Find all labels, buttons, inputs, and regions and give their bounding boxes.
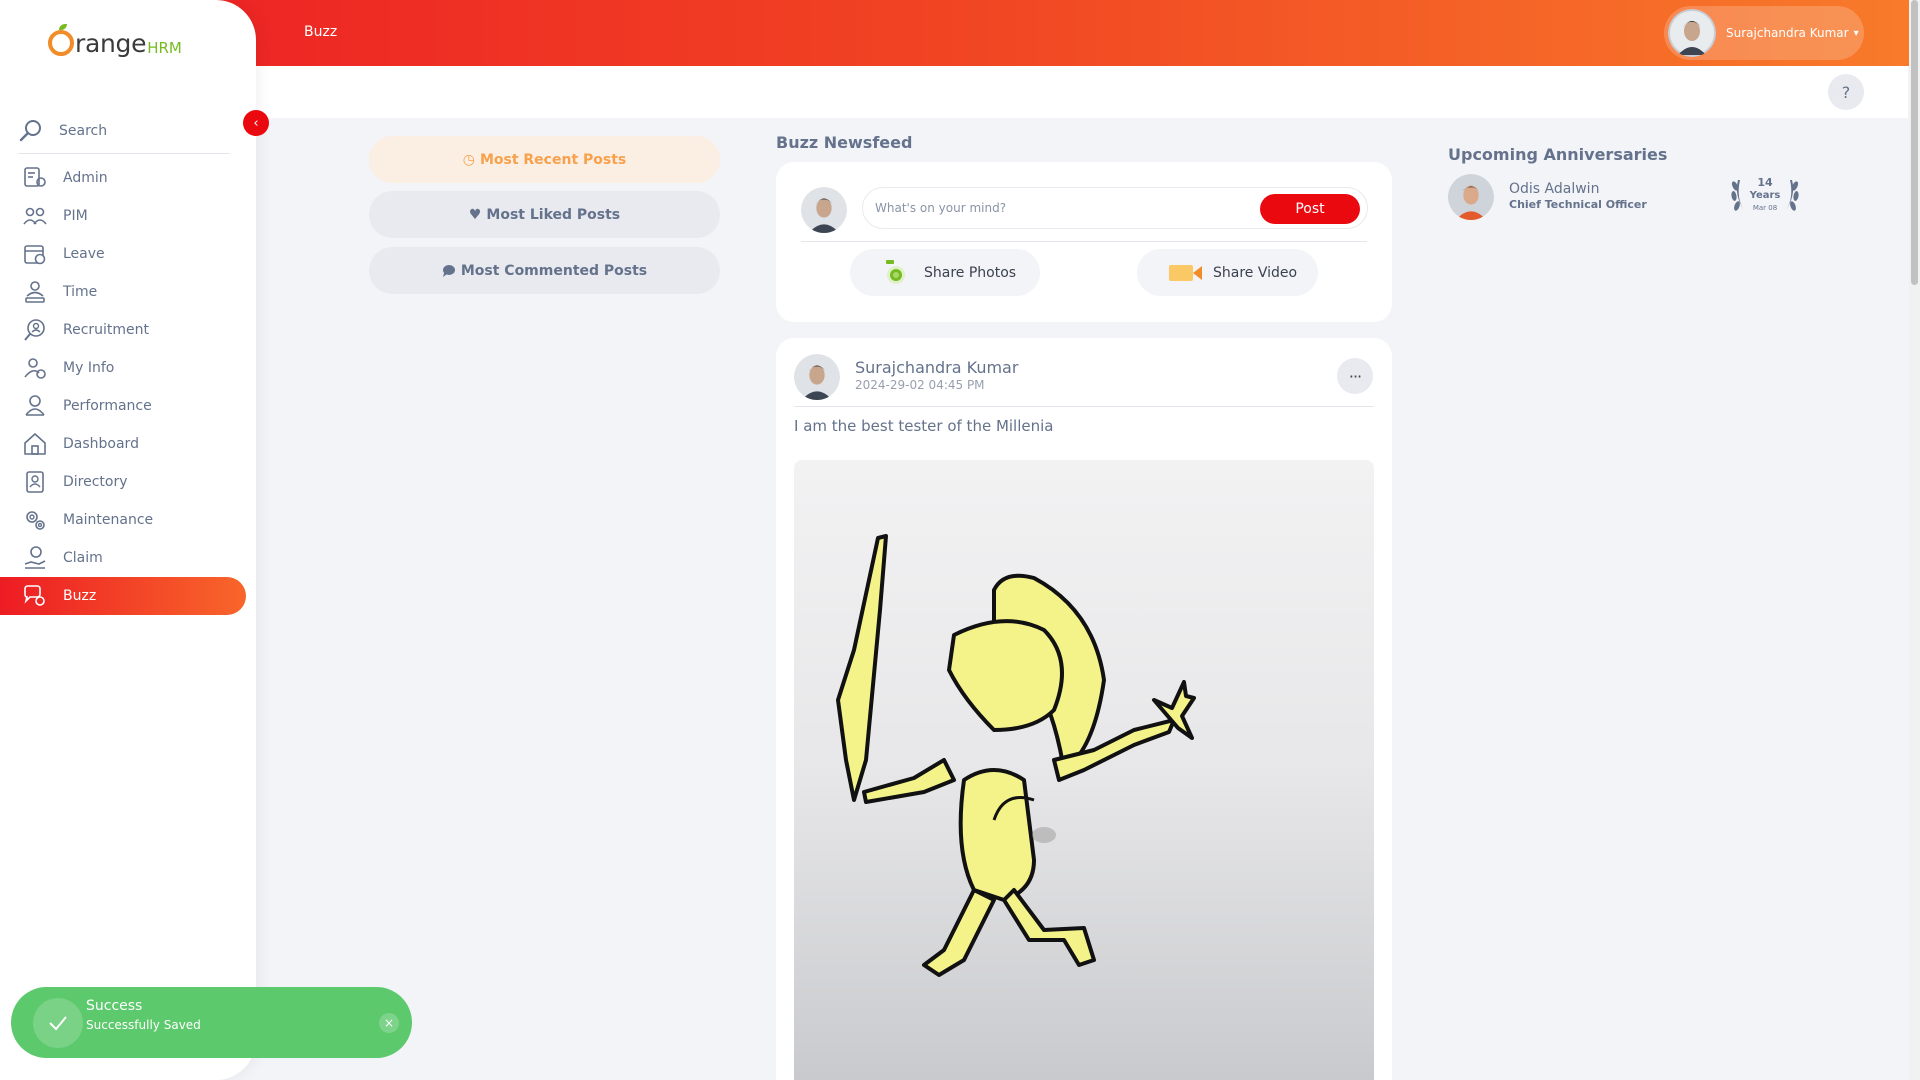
sidebar-item-label: My Info (63, 360, 115, 376)
anniversary-date: Mar 08 (1752, 204, 1778, 212)
anniversary-years-label: Years (1749, 190, 1781, 201)
check-icon (33, 998, 83, 1048)
anniversaries-title: Upcoming Anniversaries (1448, 145, 1668, 164)
page-scrollbar[interactable] (1909, 0, 1920, 1080)
logo-text: range (75, 29, 147, 58)
sidebar-item-performance[interactable]: Performance (0, 387, 246, 425)
user-avatar (801, 187, 847, 233)
toast-title: Success (86, 998, 143, 1014)
sidebar-item-label: Recruitment (63, 322, 150, 338)
anniversary-years-number: 14 (1757, 176, 1773, 189)
user-avatar (1668, 9, 1716, 57)
post-body-text: I am the best tester of the Millenia (794, 417, 1054, 435)
sidebar-item-label: Directory (63, 474, 128, 490)
sidebar-item-label: PIM (63, 208, 88, 224)
divider (801, 241, 1367, 242)
sidebar-item-label: Performance (63, 398, 152, 414)
top-bar: Buzz Surajchandra Kumar ▾ (0, 0, 1920, 66)
sidebar-item-pim[interactable]: PIM (0, 197, 246, 235)
sidebar-item-directory[interactable]: Directory (0, 463, 246, 501)
sidebar-collapse-button[interactable]: ‹ (243, 110, 269, 136)
drawing-image (836, 534, 1196, 977)
sidebar-item-claim[interactable]: Claim (0, 539, 246, 577)
post-author-name[interactable]: Surajchandra Kumar (855, 358, 1018, 377)
sidebar-item-label: Buzz (63, 588, 97, 604)
camera-icon (886, 259, 905, 284)
performance-icon (25, 395, 45, 416)
sidebar-item-label: Maintenance (63, 512, 154, 528)
page-title: Buzz (304, 24, 338, 40)
anniversary-badge: 14 Years Mar 08 (1730, 170, 1800, 220)
post-button[interactable]: Post (1260, 194, 1360, 224)
main-menu: Admin PIM Leave Time Recruitment My Info… (0, 159, 246, 615)
share-video-button[interactable]: Share Video (1137, 249, 1318, 296)
scrollbar-thumb[interactable] (1911, 0, 1918, 285)
filter-most-commented-posts[interactable]: Most Commented Posts (369, 247, 720, 294)
share-photos-button[interactable]: Share Photos (850, 249, 1040, 296)
sidebar-item-recruitment[interactable]: Recruitment (0, 311, 246, 349)
sidebar-item-my-info[interactable]: My Info (0, 349, 246, 387)
anniversary-employee-name: Odis Adalwin (1509, 181, 1600, 197)
close-icon[interactable]: × (379, 1013, 399, 1033)
filter-most-recent-posts[interactable]: ◷ Most Recent Posts (369, 136, 720, 183)
success-toast: Success Successfully Saved × (11, 987, 412, 1058)
anniversary-job-title: Chief Technical Officer (1509, 198, 1647, 211)
admin-icon (24, 167, 46, 187)
more-icon: ··· (1348, 366, 1362, 386)
sidebar-item-admin[interactable]: Admin (0, 159, 246, 197)
sidebar-search[interactable]: Search (18, 108, 230, 154)
time-icon (25, 281, 45, 303)
sidebar-item-label: Admin (63, 170, 108, 186)
user-name: Surajchandra Kumar (1726, 26, 1849, 40)
newsfeed-title: Buzz Newsfeed (776, 133, 913, 152)
myinfo-icon (24, 358, 46, 379)
toast-message: Successfully Saved (86, 1018, 201, 1032)
share-photos-label: Share Photos (924, 264, 1017, 281)
help-button[interactable]: ? (1828, 74, 1864, 110)
post-author-avatar (794, 354, 840, 400)
sidebar-item-label: Leave (63, 246, 105, 262)
comment-icon (442, 264, 455, 277)
sidebar-item-leave[interactable]: Leave (0, 235, 246, 273)
sidebar-item-time[interactable]: Time (0, 273, 246, 311)
divider (794, 406, 1374, 407)
filter-most-liked-posts[interactable]: ♥ Most Liked Posts (369, 191, 720, 238)
sidebar-item-maintenance[interactable]: Maintenance (0, 501, 246, 539)
filter-label: Most Liked Posts (486, 206, 621, 223)
filter-label: Most Recent Posts (479, 151, 627, 168)
claim-icon (24, 546, 46, 569)
search-placeholder: Search (59, 122, 108, 139)
user-dropdown[interactable]: Surajchandra Kumar ▾ (1664, 6, 1864, 60)
sidebar: range HRM Search Admin PIM Leave Time Re… (0, 0, 256, 1080)
directory-icon (26, 471, 44, 493)
buzz-icon (24, 585, 45, 606)
search-icon (19, 119, 41, 141)
sub-header (0, 66, 1908, 118)
clock-icon: ◷ (462, 151, 475, 168)
video-icon (1169, 264, 1202, 281)
sidebar-item-label: Dashboard (63, 436, 139, 452)
post-image[interactable] (794, 460, 1374, 1080)
leave-icon (24, 245, 46, 265)
logo-text-hrm: HRM (147, 39, 182, 57)
maintenance-icon (26, 511, 45, 530)
recruitment-icon (24, 319, 45, 341)
post-options-button[interactable]: ··· (1337, 358, 1373, 394)
input-placeholder: What's on your mind? (875, 201, 1007, 215)
filter-label: Most Commented Posts (460, 262, 648, 279)
create-post-card (776, 162, 1392, 322)
anniversary-avatar (1448, 174, 1494, 220)
orangehrm-logo[interactable]: range HRM (48, 24, 182, 58)
sidebar-item-dashboard[interactable]: Dashboard (0, 425, 246, 463)
sidebar-item-label: Claim (63, 550, 103, 566)
pim-icon (23, 207, 47, 225)
dashboard-icon (24, 433, 46, 455)
chevron-down-icon: ▾ (1853, 27, 1859, 39)
sidebar-item-label: Time (63, 284, 98, 300)
share-video-label: Share Video (1213, 264, 1298, 281)
sidebar-item-buzz[interactable]: Buzz (0, 577, 246, 615)
orange-logo-icon (48, 24, 74, 56)
post-timestamp: 2024-29-02 04:45 PM (855, 378, 985, 392)
heart-icon: ♥ (468, 206, 482, 223)
